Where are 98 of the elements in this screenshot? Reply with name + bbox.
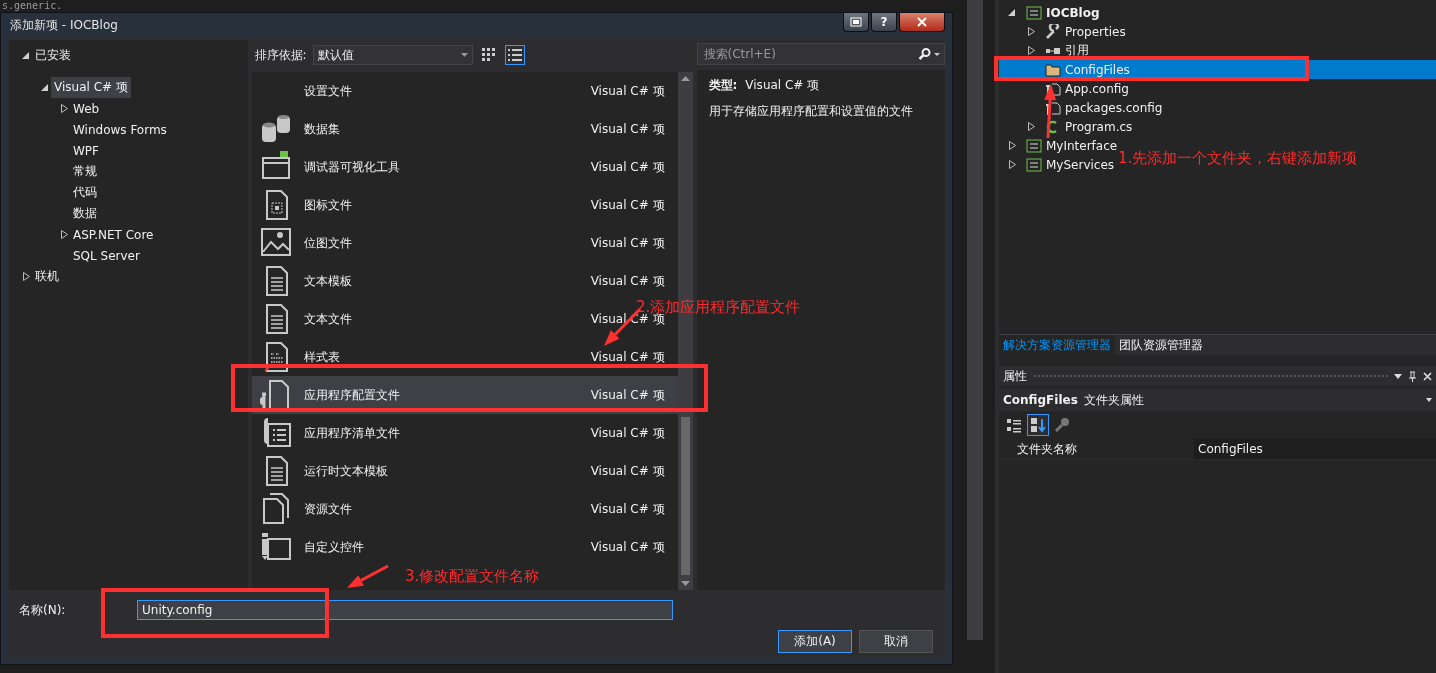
key-icon — [1054, 417, 1070, 433]
cancel-button[interactable]: 取消 — [859, 630, 933, 653]
tree-item[interactable]: 联机 — [32, 266, 62, 287]
tree-item[interactable]: 常规 — [70, 161, 100, 182]
help-button[interactable]: ? — [871, 13, 897, 32]
annotation-text: 3.修改配置文件名称 — [405, 567, 540, 585]
arrow — [347, 564, 389, 588]
type-value: Visual C# 项 — [745, 77, 820, 94]
window-icon — [850, 17, 862, 27]
close-button[interactable] — [899, 13, 945, 32]
template-name[interactable]: 文本模板 — [303, 272, 591, 290]
tree-item[interactable]: ASP.NET Core — [70, 225, 157, 244]
template-name[interactable]: 数据集 — [303, 120, 591, 138]
template-type: Visual C# 项 — [590, 196, 665, 214]
window-icon — [259, 150, 292, 182]
editor-scrollbar[interactable] — [967, 0, 983, 640]
list-icon — [506, 47, 523, 63]
template-name[interactable]: 图标文件 — [303, 196, 591, 214]
config-file-icon — [259, 378, 292, 410]
scrollbar-thumb[interactable] — [680, 417, 690, 575]
list-view-button[interactable] — [504, 45, 525, 65]
tree-item[interactable]: WPF — [70, 141, 102, 160]
property-name: 文件夹名称 — [1016, 440, 1078, 458]
search-field[interactable]: 搜索(Ctrl+E) — [696, 43, 945, 65]
editor-code-text: s.generic. — [2, 0, 63, 12]
tree-item[interactable]: 数据 — [70, 203, 100, 224]
panel-tab[interactable]: 解决方案资源管理器 — [999, 335, 1115, 355]
grid-icon — [480, 47, 497, 63]
object-type: 文件夹属性 — [1083, 391, 1144, 409]
template-name[interactable]: 调试器可视化工具 — [303, 158, 591, 176]
sort-icon — [1030, 417, 1046, 433]
object-name: ConfigFiles — [1003, 393, 1078, 407]
tree-item[interactable]: SQL Server — [70, 246, 143, 265]
sort-label: 排序依据: — [254, 46, 307, 64]
window-title: 添加新项 - IOCBlog — [9, 17, 118, 34]
tree-item[interactable]: Visual C# 项 — [51, 77, 131, 98]
dropdown-icon — [1394, 373, 1402, 379]
toolbar-button[interactable] — [1027, 414, 1049, 436]
tree-item[interactable]: IOCBlog — [999, 3, 1108, 22]
close-icon — [1423, 371, 1432, 381]
template-type: Visual C# 项 — [590, 82, 665, 100]
project-icon — [1026, 137, 1042, 154]
template-name[interactable]: 设置文件 — [303, 82, 591, 100]
template-name[interactable]: 样式表 — [303, 348, 591, 366]
database-icon — [259, 112, 292, 144]
wrench-icon — [1045, 23, 1061, 40]
config-file-icon — [1045, 99, 1061, 116]
tree-item[interactable]: Windows Forms — [70, 120, 170, 139]
pin-icon — [1408, 370, 1417, 382]
search-input[interactable]: 搜索(Ctrl+E) — [701, 46, 896, 62]
tree-item[interactable]: packages.config — [999, 98, 1171, 117]
tree-item[interactable]: 代码 — [70, 182, 100, 203]
tree-item[interactable]: 引用 — [999, 41, 1097, 60]
sort-dropdown[interactable]: 默认值 — [312, 45, 473, 65]
name-field[interactable]: Unity.config — [137, 600, 673, 620]
caret-icon — [1426, 398, 1432, 402]
name-label: 名称(N): — [19, 601, 67, 619]
template-type: Visual C# 项 — [590, 348, 665, 366]
panel-title: 属性 — [1003, 367, 1027, 385]
template-type: Visual C# 项 — [590, 158, 665, 176]
folder-icon — [1045, 61, 1061, 78]
template-name[interactable]: 应用程序配置文件 — [303, 386, 591, 404]
property-value[interactable]: ConfigFiles — [1194, 439, 1436, 459]
template-type: Visual C# 项 — [590, 424, 665, 442]
arrow — [1044, 84, 1057, 139]
control-icon — [259, 530, 292, 562]
template-type: Visual C# 项 — [590, 120, 665, 138]
annotation-text: 1.先添加一个文件夹，右键添加新项 — [1118, 149, 1358, 167]
template-type: Visual C# 项 — [590, 500, 665, 518]
description-text: 用于存储应用程序配置和设置值的文件 — [708, 103, 914, 120]
image-icon — [259, 226, 292, 258]
template-name[interactable]: 资源文件 — [303, 500, 591, 518]
template-type: Visual C# 项 — [590, 538, 665, 556]
tree-item[interactable]: Properties — [999, 22, 1134, 41]
scroll-up-icon — [680, 76, 690, 81]
template-name[interactable]: 自定义控件 — [303, 538, 591, 556]
template-type: Visual C# 项 — [590, 272, 665, 290]
project-icon — [1026, 156, 1042, 173]
search-icon — [918, 48, 940, 60]
tree-item[interactable]: Web — [70, 99, 103, 118]
template-type: Visual C# 项 — [590, 234, 665, 252]
tree-item[interactable]: Program.cs — [999, 117, 1141, 136]
tree-item[interactable]: ConfigFiles — [999, 60, 1436, 79]
add-button[interactable]: 添加(A) — [778, 630, 852, 653]
close-icon — [916, 17, 928, 27]
restore-button[interactable] — [843, 13, 869, 32]
tree-item[interactable]: 已安装 — [32, 45, 74, 66]
categorized-icon — [1006, 417, 1022, 433]
template-name[interactable]: 应用程序清单文件 — [303, 424, 591, 442]
template-type: Visual C# 项 — [590, 462, 665, 480]
project-icon — [1026, 4, 1042, 21]
caret-icon — [460, 53, 468, 57]
type-label: 类型: — [708, 77, 738, 94]
scroll-down-icon — [680, 581, 690, 586]
template-name[interactable]: 位图文件 — [303, 234, 591, 252]
template-name[interactable]: 文本文件 — [303, 310, 591, 328]
template-type: Visual C# 项 — [590, 386, 665, 404]
template-name[interactable]: 运行时文本模板 — [303, 462, 591, 480]
